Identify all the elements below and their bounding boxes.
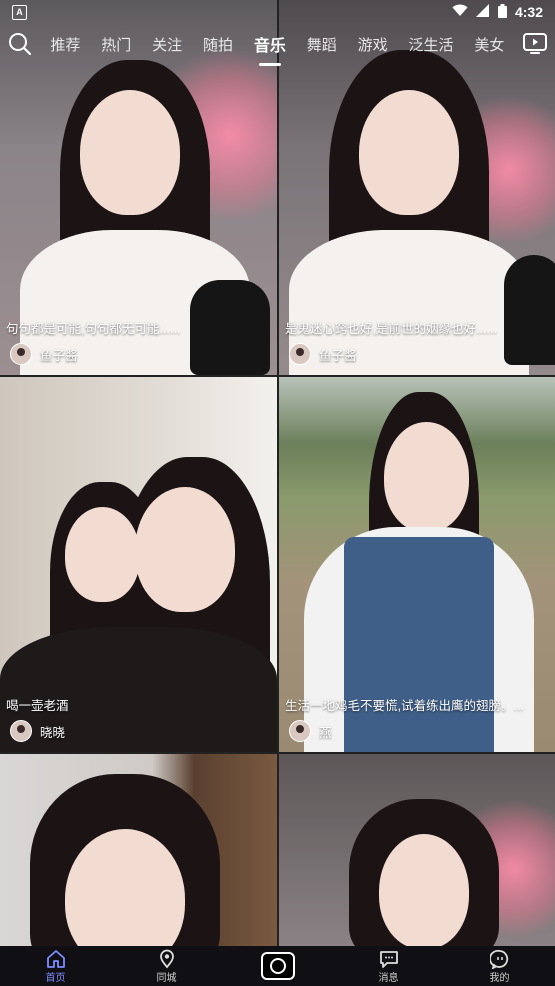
nav-profile[interactable]: 我的 xyxy=(465,949,535,984)
video-caption: 生活一地鸡毛不要慌,试着练出鹰的翅膀。... xyxy=(285,699,524,713)
tab-dance[interactable]: 舞蹈 xyxy=(307,30,337,59)
avatar xyxy=(289,343,311,365)
grid-divider xyxy=(0,752,555,754)
top-navigation: 推荐 热门 关注 随拍 音乐 舞蹈 游戏 泛生活 美女 xyxy=(0,28,555,66)
nav-messages[interactable]: 消息 xyxy=(354,949,424,984)
author-name: 鱼子酱 xyxy=(40,348,78,363)
tab-beauty[interactable]: 美女 xyxy=(474,30,504,59)
author-name: 鱼子酱 xyxy=(319,348,357,363)
profile-icon xyxy=(489,949,508,969)
signal-icon xyxy=(475,4,490,20)
category-tabs: 推荐 热门 关注 随拍 音乐 舞蹈 游戏 泛生活 美女 xyxy=(40,28,515,66)
nav-camera[interactable] xyxy=(243,952,313,980)
avatar xyxy=(10,720,32,742)
clock: 4:32 xyxy=(514,4,543,20)
avatar xyxy=(289,720,311,742)
video-card[interactable] xyxy=(279,754,555,946)
bottom-navigation: 首页 同城 消息 我的 xyxy=(0,946,555,986)
wifi-icon xyxy=(452,4,468,20)
nav-label: 我的 xyxy=(489,972,510,984)
app-notification-icon: A xyxy=(12,4,27,20)
camera-icon xyxy=(260,952,295,980)
author-info[interactable]: 鱼子酱 xyxy=(10,343,78,365)
nav-local[interactable]: 同城 xyxy=(132,949,202,984)
video-card[interactable]: 喝一壶老酒 晓晓 xyxy=(0,377,277,752)
nav-label: 首页 xyxy=(45,972,66,984)
grid-divider xyxy=(277,0,279,946)
author-name: 晓晓 xyxy=(40,725,66,740)
author-info[interactable]: 晓晓 xyxy=(10,720,65,742)
video-caption: 是鬼迷心窍也好,是前世的姻缘也好...... xyxy=(285,322,497,336)
nav-home[interactable]: 首页 xyxy=(21,949,91,984)
home-icon xyxy=(46,949,65,968)
tv-play-icon xyxy=(523,33,547,54)
video-caption: 喝一壶老酒 xyxy=(6,699,69,713)
tab-recommend[interactable]: 推荐 xyxy=(50,30,80,59)
author-info[interactable]: 燕 xyxy=(289,720,332,742)
nav-label: 同城 xyxy=(156,972,177,984)
status-bar: A 4:32 xyxy=(0,0,555,24)
tab-snapshot[interactable]: 随拍 xyxy=(203,30,233,59)
video-caption: 句句都是可能,句句都无可能...... xyxy=(6,322,181,336)
author-name: 燕 xyxy=(319,725,332,740)
nav-label: 消息 xyxy=(378,972,399,984)
search-icon xyxy=(9,33,32,56)
video-card[interactable]: 生活一地鸡毛不要慌,试着练出鹰的翅膀。... 燕 xyxy=(279,377,555,752)
grid-divider xyxy=(0,375,555,377)
tab-follow[interactable]: 关注 xyxy=(152,30,182,59)
tab-game[interactable]: 游戏 xyxy=(358,30,388,59)
message-icon xyxy=(379,950,398,968)
location-icon xyxy=(159,949,174,968)
tab-hot[interactable]: 热门 xyxy=(101,30,131,59)
battery-icon xyxy=(497,3,507,21)
avatar xyxy=(10,343,32,365)
video-feed-grid: 句句都是可能,句句都无可能...... 鱼子酱 是鬼迷心窍也好,是前世的姻缘也好… xyxy=(0,0,555,946)
tab-lifestyle[interactable]: 泛生活 xyxy=(409,30,454,59)
video-player-button[interactable] xyxy=(515,28,555,60)
author-info[interactable]: 鱼子酱 xyxy=(289,343,357,365)
video-card[interactable] xyxy=(0,754,277,946)
search-button[interactable] xyxy=(0,28,40,60)
tab-music[interactable]: 音乐 xyxy=(254,28,286,66)
